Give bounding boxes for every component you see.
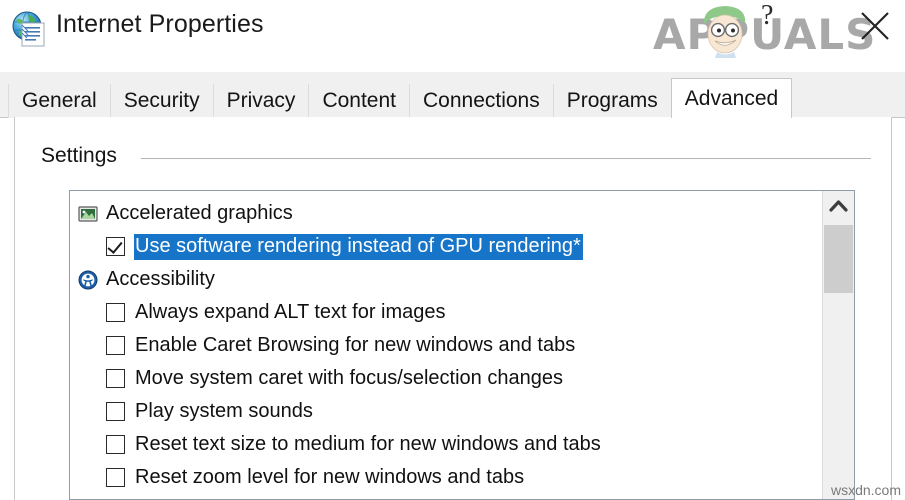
settings-option-label: Use software rendering instead of GPU re… bbox=[134, 233, 583, 260]
group-divider bbox=[141, 158, 871, 159]
settings-option-label: Reset text size to medium for new window… bbox=[135, 432, 601, 455]
settings-list: Accelerated graphics Use software renderi… bbox=[70, 191, 822, 499]
option-checkbox[interactable] bbox=[106, 468, 125, 487]
settings-option-row[interactable]: Play system sounds bbox=[70, 395, 822, 428]
option-checkbox[interactable] bbox=[106, 303, 125, 322]
tab-strip: General Security Privacy Content Connections… bbox=[0, 72, 905, 118]
settings-option-row[interactable]: Reset text size to medium for new window… bbox=[70, 428, 822, 461]
tab-privacy[interactable]: Privacy bbox=[212, 84, 310, 118]
settings-option-label: Enable Caret Browsing for new windows an… bbox=[135, 333, 576, 356]
settings-category-row[interactable]: Accelerated graphics bbox=[70, 197, 822, 230]
tab-content[interactable]: Content bbox=[308, 84, 410, 118]
settings-category-label: Accessibility bbox=[106, 268, 215, 290]
tab-general[interactable]: General bbox=[8, 84, 111, 118]
cartoon-face-icon bbox=[695, 2, 755, 58]
picture-icon bbox=[78, 204, 98, 224]
title-bar: Internet Properties APPUALS ? bbox=[0, 0, 905, 72]
scrollbar-thumb[interactable] bbox=[824, 225, 853, 293]
accessibility-icon bbox=[78, 270, 98, 290]
tab-list: General Security Privacy Content Connections… bbox=[8, 78, 793, 118]
settings-group-label: Settings bbox=[41, 144, 127, 168]
settings-option-row[interactable]: Reset zoom level for new windows and tab… bbox=[70, 461, 822, 494]
watermark-question-mark: ? bbox=[761, 0, 774, 31]
settings-listbox[interactable]: Accelerated graphics Use software renderi… bbox=[69, 190, 855, 500]
tab-connections[interactable]: Connections bbox=[409, 84, 554, 118]
settings-option-row[interactable]: Use software rendering instead of GPU re… bbox=[70, 230, 822, 263]
page-title: Internet Properties bbox=[56, 10, 264, 38]
settings-group-header: Settings bbox=[41, 144, 871, 170]
settings-category-row[interactable]: Accessibility bbox=[70, 263, 822, 296]
option-checkbox[interactable] bbox=[106, 435, 125, 454]
tab-programs[interactable]: Programs bbox=[552, 84, 672, 118]
tab-advanced[interactable]: Advanced bbox=[670, 78, 793, 118]
settings-option-row[interactable]: Move system caret with focus/selection c… bbox=[70, 362, 822, 395]
listbox-scrollbar[interactable] bbox=[822, 191, 854, 499]
close-icon[interactable] bbox=[853, 4, 897, 48]
settings-option-label: Move system caret with focus/selection c… bbox=[135, 366, 563, 389]
option-checkbox[interactable] bbox=[106, 336, 125, 355]
option-checkbox[interactable] bbox=[106, 369, 125, 388]
settings-option-row[interactable]: Always expand ALT text for images bbox=[70, 296, 822, 329]
tab-security[interactable]: Security bbox=[109, 84, 214, 118]
option-checkbox[interactable] bbox=[106, 402, 125, 421]
internet-properties-icon bbox=[10, 10, 48, 48]
site-watermark: wsxdn.com bbox=[830, 482, 901, 498]
advanced-tab-panel: Settings Accelerated graphics Use softwar… bbox=[14, 117, 892, 500]
settings-option-row[interactable]: Enable Caret Browsing for new windows an… bbox=[70, 329, 822, 362]
option-checkbox[interactable] bbox=[106, 237, 125, 256]
settings-option-row[interactable] bbox=[70, 494, 822, 499]
appuals-watermark: APPUALS ? bbox=[653, 0, 875, 62]
settings-option-label: Always expand ALT text for images bbox=[135, 300, 446, 323]
settings-category-label: Accelerated graphics bbox=[106, 202, 293, 224]
settings-option-label: Reset zoom level for new windows and tab… bbox=[135, 465, 525, 488]
settings-option-label: Play system sounds bbox=[135, 399, 313, 422]
chevron-up-icon[interactable] bbox=[823, 191, 854, 222]
internet-properties-window: Internet Properties APPUALS ? General Se… bbox=[0, 0, 905, 500]
